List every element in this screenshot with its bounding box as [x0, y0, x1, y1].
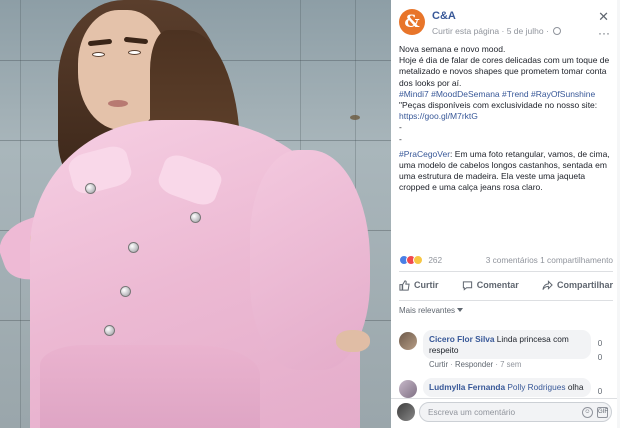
- comment-reply-count[interactable]: 0: [593, 352, 607, 364]
- post-link[interactable]: https://goo.gl/M7rktG: [399, 111, 613, 122]
- post-spacer-dash: -: [399, 122, 402, 133]
- post-spacer-dash: -: [399, 133, 402, 144]
- comment-bubble: Ludmylla Fernanda Polly Rodrigues olha: [423, 378, 591, 397]
- jacket-button: [120, 286, 131, 297]
- share-button[interactable]: Compartilhar: [542, 275, 613, 295]
- jacket-button: [190, 212, 201, 223]
- post-line: Hoje é dia de falar de cores delicadas c…: [399, 55, 610, 88]
- comment-bubble: Cicero Flor Silva Linda princesa com res…: [423, 330, 591, 359]
- comment-reply-link[interactable]: Responder: [455, 360, 493, 369]
- page-avatar[interactable]: &: [399, 9, 425, 35]
- comment-item: Cicero Flor Silva Linda princesa com res…: [399, 330, 613, 370]
- comment-text: olha: [567, 382, 584, 392]
- meta-separator: ·: [501, 26, 505, 36]
- comment-mention[interactable]: Polly Rodrigues: [507, 382, 565, 392]
- more-options-icon[interactable]: ···: [598, 26, 610, 40]
- post-meta: Curtir esta página · 5 de julho ·: [432, 26, 562, 36]
- model-hand: [336, 330, 370, 352]
- comment-item: Ludmylla Fernanda Polly Rodrigues olha 0: [399, 378, 613, 400]
- post-line: Nova semana e novo mood.: [399, 44, 506, 54]
- divider: [391, 398, 620, 399]
- jacket-button: [128, 242, 139, 253]
- comment-composer: Escreva um comentário ☺ GIF: [397, 402, 614, 422]
- post-actions: Curtir Comentar Compartilhar: [399, 275, 613, 295]
- share-label: Compartilhar: [556, 280, 613, 290]
- gif-icon[interactable]: GIF: [597, 407, 608, 418]
- comment-input-placeholder: Escreva um comentário: [428, 407, 516, 417]
- pink-jeans: [40, 345, 260, 428]
- like-label: Curtir: [414, 280, 439, 290]
- globe-icon: [553, 27, 562, 35]
- comments-shares-count[interactable]: 3 comentários 1 compartilhamento: [486, 255, 613, 265]
- current-user-avatar: [397, 403, 415, 421]
- comment-reaction-count[interactable]: 0: [593, 386, 607, 398]
- comments-filter-dropdown[interactable]: Mais relevantes: [399, 306, 464, 315]
- post-availability: "Peças disponíveis com exclusividade no …: [399, 100, 598, 111]
- dry-leaf: [350, 115, 360, 120]
- comment-like-link[interactable]: Curtir: [429, 360, 448, 369]
- follow-page-link[interactable]: Curtir esta página: [432, 26, 499, 36]
- post-date[interactable]: 5 de julho: [507, 26, 544, 36]
- emoji-icon[interactable]: ☺: [582, 407, 593, 418]
- divider: [399, 300, 613, 301]
- comment-author[interactable]: Cicero Flor Silva: [429, 334, 494, 344]
- post-header: & C&A Curtir esta página · 5 de julho · …: [399, 7, 614, 40]
- divider: [399, 271, 613, 272]
- comment-input[interactable]: Escreva um comentário ☺ GIF: [419, 402, 612, 422]
- model-eye: [128, 50, 141, 55]
- floor-plank-seam: [20, 0, 21, 428]
- share-arrow-icon: [542, 279, 553, 290]
- comment-time[interactable]: 7 sem: [500, 360, 521, 369]
- post-accessibility-description: #PraCegoVer: Em uma foto retangular, vam…: [399, 149, 613, 194]
- haha-reaction-icon[interactable]: [413, 254, 423, 265]
- post-photo[interactable]: [0, 0, 391, 428]
- comments-filter-label: Mais relevantes: [399, 306, 456, 315]
- comment-author[interactable]: Ludmylla Fernanda: [429, 382, 505, 392]
- thumbs-up-icon: [399, 279, 410, 291]
- comment-reaction-count[interactable]: 0: [593, 338, 607, 350]
- post-text: Nova semana e novo mood. Hoje é dia de f…: [399, 44, 613, 194]
- commenter-avatar[interactable]: [399, 380, 417, 398]
- caret-down-icon: [457, 308, 464, 312]
- comment-button[interactable]: Comentar: [462, 275, 519, 295]
- pracegover-hashtag[interactable]: #PraCegoVer: [399, 149, 450, 159]
- jacket-button: [104, 325, 115, 336]
- post-panel: & C&A Curtir esta página · 5 de julho · …: [391, 0, 620, 428]
- model-lips: [108, 100, 128, 107]
- page-name-link[interactable]: C&A: [432, 10, 456, 22]
- post-hashtags[interactable]: #Mindi7 #MoodDeSemana #Trend #RayOfSunsh…: [399, 89, 613, 100]
- commenter-avatar[interactable]: [399, 332, 417, 350]
- comment-actions: Curtir · Responder · 7 sem: [429, 360, 522, 369]
- reaction-count[interactable]: 262: [428, 255, 442, 265]
- jacket-button: [85, 183, 96, 194]
- close-icon[interactable]: ✕: [598, 9, 610, 25]
- model-eye: [92, 52, 105, 57]
- comment-bubble-icon: [462, 280, 472, 291]
- like-button[interactable]: Curtir: [399, 275, 439, 295]
- reactions-bar: 262 3 comentários 1 compartilhamento: [399, 254, 613, 268]
- meta-separator: ·: [545, 26, 549, 36]
- comment-label: Comentar: [476, 280, 519, 290]
